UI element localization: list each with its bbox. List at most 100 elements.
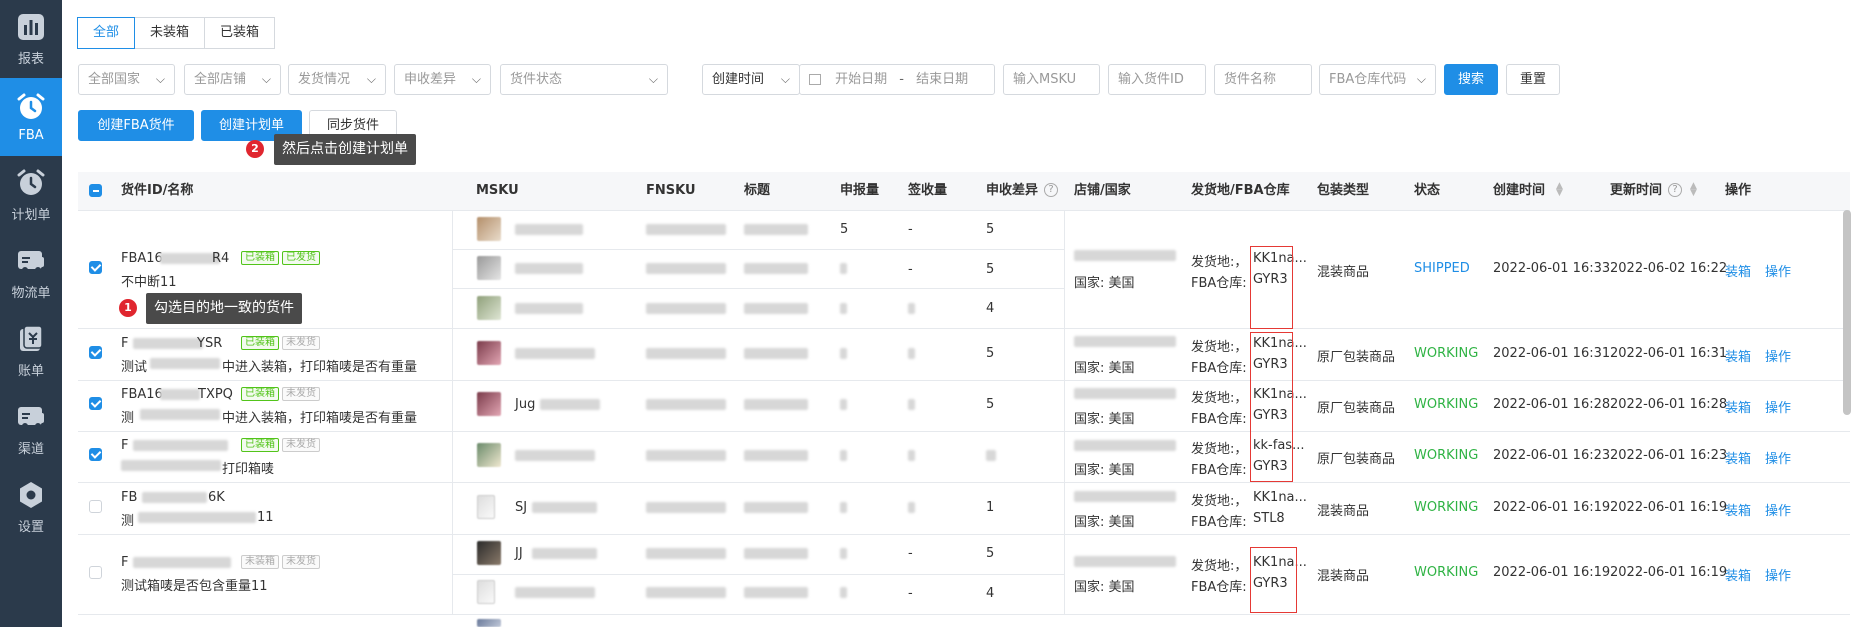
select-all-checkbox[interactable]: [89, 184, 102, 197]
box-link[interactable]: 装箱: [1725, 448, 1751, 467]
box-link[interactable]: 装箱: [1725, 500, 1751, 519]
created-time: 2022-06-01 16:19: [1493, 500, 1611, 515]
op-link[interactable]: 操作: [1765, 448, 1791, 467]
highlight-box: [1250, 547, 1297, 613]
box-link[interactable]: 装箱: [1725, 261, 1751, 280]
shop-country: 国家: 美国: [1074, 361, 1135, 376]
masked-text: [133, 557, 231, 568]
reset-button[interactable]: 重置: [1506, 64, 1560, 95]
masked-text: [150, 358, 220, 369]
shop-select[interactable]: 全部店铺 ⌵: [184, 64, 281, 95]
sidebar-item-label: 物流单: [11, 285, 51, 301]
cargo-id-input[interactable]: 输入货件ID: [1108, 64, 1206, 95]
masked-text: [744, 348, 808, 359]
status-badge: WORKING: [1414, 397, 1479, 412]
sidebar-item-bills[interactable]: 账单: [0, 312, 62, 390]
diff-select[interactable]: 申收差异 ⌵: [394, 64, 491, 95]
divider: [452, 574, 1064, 575]
masked-text: [840, 263, 847, 274]
tag-boxed: 已装箱: [241, 387, 279, 401]
cargo-status-select[interactable]: 货件状态 ⌵: [500, 64, 668, 95]
sidebar-item-logistics[interactable]: 物流单: [0, 234, 62, 312]
ship-origin-label: 发货地:，: [1191, 559, 1248, 574]
sort-icon[interactable]: ▲ ▼: [1690, 182, 1697, 198]
cargo-id[interactable]: F: [121, 555, 128, 570]
tag-unboxed: 未装箱: [241, 555, 279, 569]
start-date[interactable]: 开始日期: [835, 72, 887, 87]
tab-all[interactable]: 全部: [77, 17, 136, 49]
updated-time: 2022-06-01 16:19: [1610, 500, 1728, 515]
masked-text: [986, 450, 996, 461]
cargo-name-input[interactable]: 货件名称: [1214, 64, 1312, 95]
fba-code-value: FBA仓库代码: [1329, 72, 1407, 87]
vertical-scrollbar[interactable]: [1843, 210, 1851, 415]
box-link[interactable]: 装箱: [1725, 346, 1751, 365]
cargo-id[interactable]: FBA16: [121, 387, 163, 402]
masked-text: [515, 263, 583, 274]
row-checkbox[interactable]: [89, 397, 102, 410]
end-date[interactable]: 结束日期: [916, 72, 968, 87]
msku-input[interactable]: 输入MSKU: [1003, 64, 1100, 95]
masked-text: [140, 409, 220, 420]
row-checkbox[interactable]: [89, 448, 102, 461]
highlight-box: [1250, 332, 1293, 482]
sidebar-item-reports[interactable]: 报表: [0, 0, 62, 78]
op-link[interactable]: 操作: [1765, 397, 1791, 416]
masked-text: [646, 303, 726, 314]
chevron-down-icon: ⌵: [155, 72, 165, 86]
cargo-id-tail: 6K: [208, 490, 225, 505]
op-link[interactable]: 操作: [1765, 261, 1791, 280]
diff-qty: 5: [986, 397, 995, 412]
search-button[interactable]: 搜索: [1444, 64, 1498, 95]
pack-type: 原厂包装商品: [1317, 350, 1396, 365]
masked-text: [840, 587, 847, 598]
sidebar-item-plans[interactable]: 计划单: [0, 156, 62, 234]
ship-status-select[interactable]: 发货情况 ⌵: [288, 64, 386, 95]
diff-select-value: 申收差异: [404, 72, 457, 87]
tab-unboxed[interactable]: 未装箱: [134, 17, 206, 49]
row-checkbox[interactable]: [89, 346, 102, 359]
create-fba-button[interactable]: 创建FBA货件: [78, 110, 194, 141]
fba-warehouse-label: FBA仓库:: [1191, 463, 1247, 478]
masked-text: [744, 548, 808, 559]
col-updated[interactable]: 更新时间: [1610, 172, 1662, 210]
help-icon[interactable]: ?: [1044, 183, 1058, 197]
country-select[interactable]: 全部国家 ⌵: [78, 64, 175, 95]
cargo-id[interactable]: F: [121, 336, 128, 351]
op-link[interactable]: 操作: [1765, 565, 1791, 584]
op-link[interactable]: 操作: [1765, 500, 1791, 519]
sidebar-item-settings[interactable]: 设置: [0, 468, 62, 546]
tag-unshipped: 未发货: [282, 555, 320, 569]
cargo-id[interactable]: FB: [121, 490, 137, 505]
tab-boxed[interactable]: 已装箱: [204, 17, 276, 49]
op-link[interactable]: 操作: [1765, 346, 1791, 365]
truck-icon: [18, 250, 44, 273]
fba-code-select[interactable]: FBA仓库代码 ⌵: [1319, 64, 1436, 95]
cargo-id[interactable]: FBA16: [121, 251, 163, 266]
fba-warehouse-label: FBA仓库:: [1191, 580, 1247, 595]
row-checkbox[interactable]: [89, 500, 102, 513]
masked-text: [840, 348, 847, 359]
sidebar-item-channels[interactable]: 渠道: [0, 390, 62, 468]
masked-text: [646, 450, 726, 461]
date-range-picker[interactable]: 开始日期 - 结束日期: [799, 64, 995, 95]
cargo-id[interactable]: F: [121, 438, 128, 453]
chevron-down-icon: ⌵: [471, 72, 481, 86]
sort-icon[interactable]: ▲ ▼: [1556, 182, 1563, 198]
divider: [78, 210, 1850, 211]
time-type-select[interactable]: 创建时间 ⌵: [702, 64, 800, 95]
help-icon[interactable]: ?: [1668, 183, 1682, 197]
box-link[interactable]: 装箱: [1725, 397, 1751, 416]
cargo-name: 测试: [121, 360, 148, 375]
divider: [78, 482, 1850, 483]
col-created[interactable]: 创建时间: [1493, 172, 1545, 210]
shop-country: 国家: 美国: [1074, 412, 1135, 427]
sidebar-item-fba[interactable]: FBA: [0, 78, 62, 156]
row-checkbox[interactable]: [89, 566, 102, 579]
created-time: 2022-06-01 16:33: [1493, 261, 1611, 276]
step-2-badge: 2: [246, 140, 264, 158]
row-checkbox[interactable]: [89, 261, 102, 274]
product-thumbnail: [477, 392, 501, 416]
col-fnsku: FNSKU: [646, 183, 696, 198]
box-link[interactable]: 装箱: [1725, 565, 1751, 584]
